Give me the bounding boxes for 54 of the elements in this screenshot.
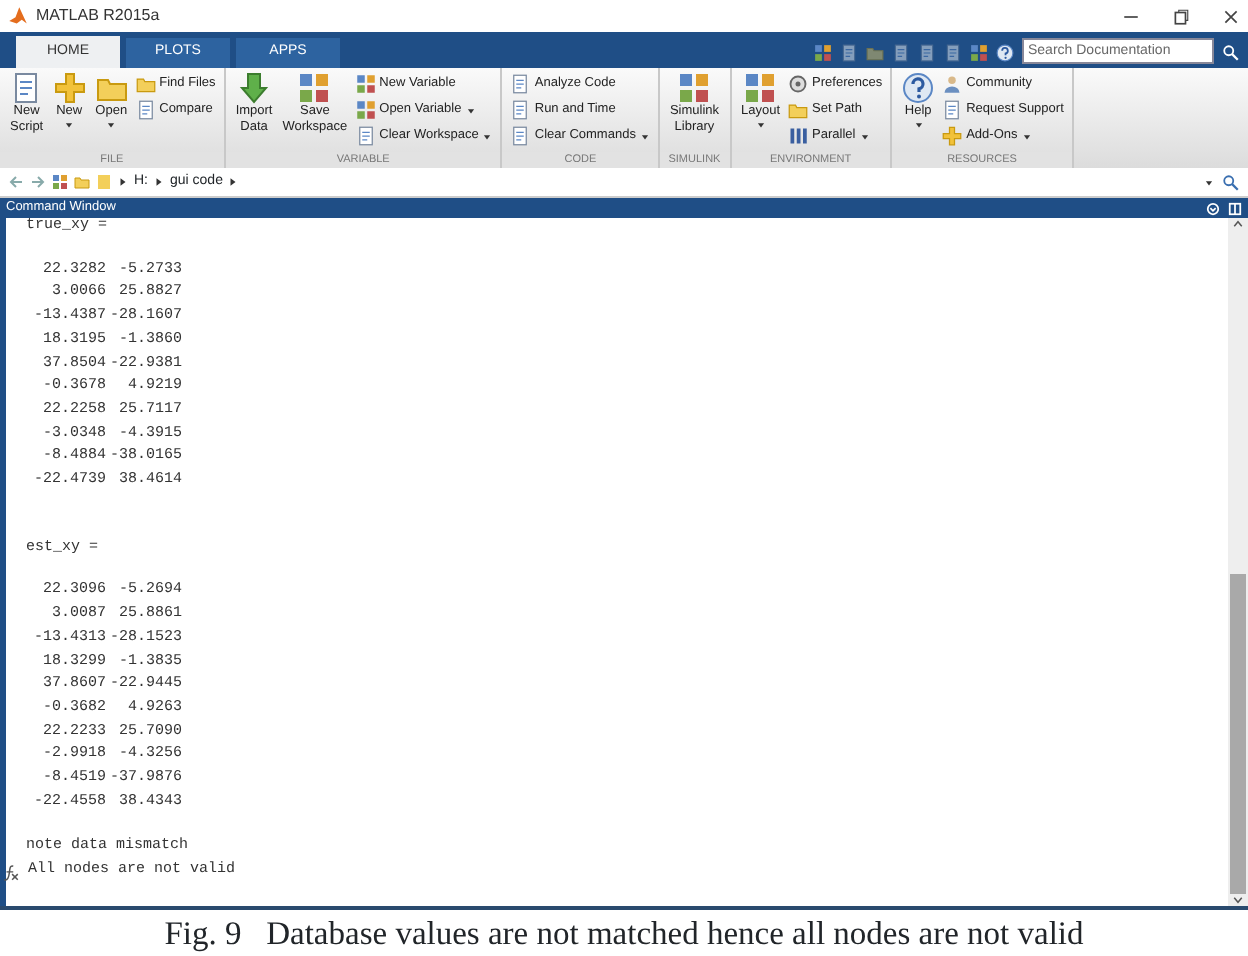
chevron-icon [228, 176, 239, 188]
restore-icon[interactable] [1172, 7, 1190, 25]
grid-icon [298, 72, 331, 104]
grid-icon [355, 74, 376, 94]
grid-icon[interactable] [970, 43, 988, 61]
document-icon[interactable] [944, 43, 962, 61]
caret-icon [1021, 131, 1032, 141]
forward-icon[interactable] [30, 174, 46, 190]
plus-icon [942, 126, 963, 146]
grid-icon[interactable] [814, 43, 832, 61]
caret-icon [639, 131, 650, 141]
figure-caption: Fig. 9 Database values are not matched hence all nodes are not valid [164, 914, 1084, 952]
caret-icon [106, 119, 117, 129]
caret-icon [859, 131, 870, 141]
function-icon [2, 863, 20, 882]
caret-icon[interactable] [1204, 177, 1214, 187]
plus-icon [53, 72, 86, 104]
document-icon [942, 100, 963, 120]
document-icon[interactable] [840, 43, 858, 61]
grid-icon [355, 100, 376, 120]
caret-icon [913, 119, 924, 129]
scrollbar-thumb[interactable] [1230, 574, 1246, 894]
caret-icon [482, 131, 493, 141]
app-logo-icon [8, 6, 28, 26]
document-icon [510, 126, 531, 146]
gear-icon [788, 74, 809, 94]
document-icon[interactable] [892, 43, 910, 61]
help-circle-icon [902, 72, 935, 104]
grid-icon [678, 72, 711, 104]
close-icon[interactable] [1222, 7, 1240, 25]
grid-icon [744, 72, 777, 104]
search-icon[interactable] [1222, 173, 1240, 191]
caret-icon [755, 119, 766, 129]
chevron-icon [154, 176, 164, 188]
caret-icon [64, 119, 75, 129]
document-icon [510, 100, 531, 120]
down-arrow-icon [238, 72, 271, 104]
back-icon[interactable] [8, 174, 24, 190]
search-icon[interactable] [1222, 43, 1240, 61]
document-icon[interactable] [918, 43, 936, 61]
chevron-icon [118, 176, 128, 188]
caret-icon [465, 105, 476, 115]
help-circle-icon[interactable] [996, 43, 1014, 61]
document-icon [510, 74, 531, 94]
document-icon [135, 100, 156, 120]
document-icon [10, 72, 43, 104]
person-icon [942, 74, 963, 94]
document-icon [355, 126, 376, 146]
options-icon[interactable] [1206, 201, 1220, 215]
window-title: MATLAB R2015a [36, 4, 160, 28]
bars-icon [788, 126, 809, 146]
undock-icon[interactable] [1228, 201, 1242, 215]
scroll-down-icon[interactable] [1232, 894, 1244, 906]
scroll-up-icon[interactable] [1232, 218, 1244, 230]
